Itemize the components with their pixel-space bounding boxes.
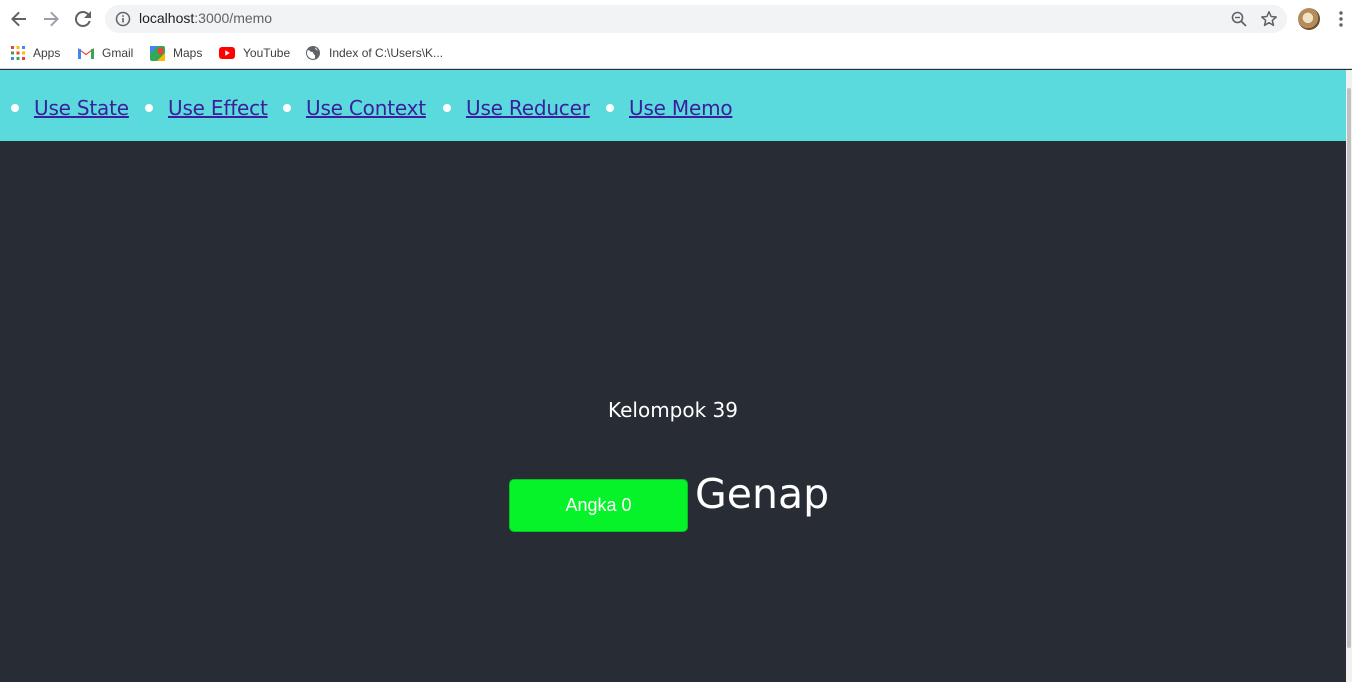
group-title: Kelompok 39 (607, 398, 739, 422)
bookmark-index[interactable]: Index of C:\Users\K... (305, 44, 443, 62)
gmail-icon (78, 47, 94, 59)
youtube-icon (219, 47, 235, 59)
nav-link-use-context[interactable]: Use Context (306, 96, 426, 120)
scrollbar-thumb[interactable] (1347, 88, 1351, 648)
reload-button[interactable] (73, 9, 93, 29)
bullet-icon (145, 104, 153, 112)
bookmark-label: Index of C:\Users\K... (329, 46, 444, 60)
back-button[interactable] (9, 9, 29, 29)
browser-toolbar: localhost:3000/memo (0, 0, 1352, 38)
zoom-icon[interactable] (1231, 11, 1247, 27)
bookmark-maps[interactable]: Maps (150, 44, 202, 62)
bookmark-label: YouTube (243, 46, 291, 60)
bookmarks-bar: Apps Gmail Maps YouTube Index of C:\User… (0, 38, 1352, 69)
vertical-scrollbar[interactable] (1346, 70, 1352, 682)
apps-grid-icon (11, 46, 25, 60)
page-content: Use State Use Effect Use Context Use Red… (0, 70, 1346, 682)
nav-item-use-reducer: Use Reducer (443, 94, 590, 122)
url-path: :3000/memo (194, 10, 273, 26)
angka-counter-button[interactable]: Angka 0 (509, 479, 688, 532)
arrow-right-icon (44, 11, 59, 27)
nav-link-use-state[interactable]: Use State (34, 96, 129, 120)
bookmark-apps[interactable]: Apps (11, 44, 60, 62)
bookmark-star-icon[interactable] (1260, 10, 1278, 28)
bullet-icon (283, 104, 291, 112)
top-navbar: Use State Use Effect Use Context Use Red… (0, 70, 1346, 141)
nav-item-use-state: Use State (11, 94, 129, 122)
bullet-icon (443, 104, 451, 112)
nav-item-use-memo: Use Memo (606, 94, 733, 122)
bookmark-label: Maps (173, 46, 203, 60)
bookmark-youtube[interactable]: YouTube (219, 44, 290, 62)
nav-list: Use State Use Effect Use Context Use Red… (0, 70, 1346, 141)
nav-link-use-memo[interactable]: Use Memo (629, 96, 733, 120)
url-text[interactable]: localhost:3000/memo (139, 10, 272, 26)
bullet-icon (11, 104, 19, 112)
bullet-icon (606, 104, 614, 112)
bookmark-gmail[interactable]: Gmail (78, 44, 133, 62)
info-icon[interactable] (115, 11, 131, 27)
maps-icon (150, 45, 165, 61)
globe-icon (306, 46, 320, 60)
menu-kebab-icon[interactable] (1336, 10, 1346, 28)
nav-link-use-effect[interactable]: Use Effect (168, 96, 268, 120)
nav-item-use-effect: Use Effect (145, 94, 268, 122)
reload-icon (75, 11, 91, 27)
parity-result: Genap (695, 470, 830, 518)
bookmark-label: Gmail (102, 46, 134, 60)
bookmark-label: Apps (33, 46, 61, 60)
forward-button[interactable] (41, 9, 61, 29)
address-bar[interactable]: localhost:3000/memo (105, 5, 1287, 33)
nav-link-use-reducer[interactable]: Use Reducer (466, 96, 590, 120)
url-host: localhost (139, 10, 195, 26)
arrow-left-icon (11, 11, 26, 27)
profile-avatar[interactable] (1298, 8, 1320, 30)
nav-item-use-context: Use Context (283, 94, 426, 122)
